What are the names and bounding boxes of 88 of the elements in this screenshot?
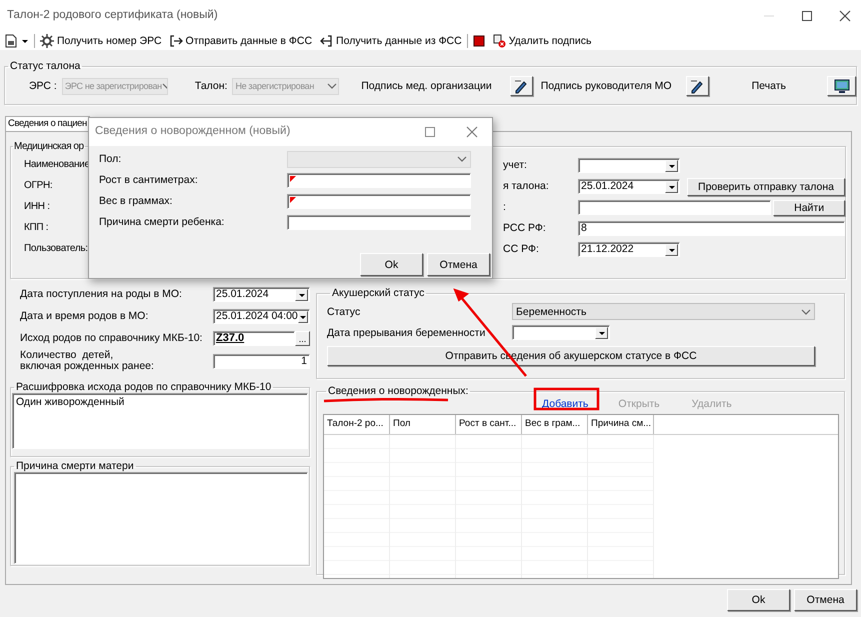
field-label: РСС РФ: [503,222,547,235]
dropdown[interactable]: 25.01.2024 [213,287,310,302]
text-area[interactable]: Один живорожденный [12,393,308,450]
field-label: СС РФ: [503,243,540,256]
dropdown[interactable]: 25.01.2024 04:00 [213,309,310,324]
toolbar-button[interactable]: Отправить данные в ФСС [166,32,316,50]
square-icon [472,35,485,47]
field-label: Исход родов по справочнику МКБ-10: [20,333,202,344]
caret-icon [668,184,676,190]
import-icon [319,34,334,48]
column-header[interactable]: Пол [390,415,456,434]
field-label: Причина смерти ребенка: [99,216,224,228]
text-field[interactable]: 8 [578,221,845,236]
print-button[interactable] [827,76,856,96]
dropdown[interactable]: 25.01.2024 [578,179,680,194]
toolbar-button[interactable]: Удалить подпись [488,32,594,50]
field-label: Пользователь: [24,242,89,256]
field-label: Дата поступления на роды в МО: [20,289,182,300]
caret-icon [298,314,307,320]
sign-button[interactable] [510,76,533,96]
close-icon [839,10,851,22]
field-label: учет: [503,159,528,172]
text-field[interactable]: 1 [213,354,310,368]
link-button[interactable]: Добавить [539,398,592,410]
caret-icon [21,38,29,44]
field-label: Талон: [194,80,228,92]
column-header[interactable]: Причина см... [588,415,654,434]
field-label: я талона: [503,180,550,193]
cancel-button[interactable]: Отмена [427,253,490,276]
field-label: ЭРС : [29,80,57,92]
action-button[interactable]: Проверить отправку талона [687,178,845,196]
group-title: Расшифровка исхода родов по справочнику МКБ-10 [15,381,272,394]
text-field[interactable]: Z37.0 [213,331,295,346]
window-title: Талон-2 родового сертификата (новый) [7,9,218,23]
dropdown[interactable]: 21.12.2022 [578,242,680,257]
pen-icon [513,78,530,94]
caret-icon [598,330,606,336]
tab[interactable]: Сведения о пациен [5,116,90,131]
browse-button[interactable]: ... [295,331,310,346]
field-label: Статус [327,306,362,318]
text-field[interactable] [287,172,471,188]
sign-button[interactable] [686,76,709,96]
monitor-icon [834,78,850,94]
ok-button[interactable]: Ok [360,253,423,276]
field-label: : [503,201,507,214]
field-label: Дата прерывания беременности [327,326,486,339]
caret-icon [298,292,306,298]
caret-icon [668,246,676,252]
dropdown[interactable] [578,158,680,173]
field-label: Вес в граммах: [99,194,172,208]
field-label: ИНН : [24,200,51,214]
dropdown[interactable]: Беременность [512,303,815,320]
group-title: Акушерский статус [331,287,426,300]
caret-icon [668,162,676,168]
gear-icon [40,34,54,48]
cancel-button[interactable]: Отмена [794,589,857,611]
group-title: Сведения о новорожденных: [327,385,470,398]
highlight-frame [534,388,600,410]
close-icon [466,126,478,138]
field-label: Подпись руководителя МО [540,80,672,92]
maximize-icon [801,10,813,22]
column-header[interactable]: Талон-2 ро... [324,415,390,434]
group-title: Причина смерти матери [15,460,135,472]
maximize-icon [424,126,436,138]
field-label: Пол: [99,152,122,166]
toolbar-button[interactable]: Получить номер ЭРС [37,32,165,50]
action-button[interactable]: Найти [773,200,846,216]
field-label: Дата и время родов в МО: [20,311,148,322]
field-label: Подпись мед. организации [361,80,492,92]
text-field[interactable] [287,194,471,208]
ok-button[interactable]: Ok [727,589,790,611]
dialog-title: Сведения о новорожденном (новый) [95,125,290,139]
field-label: Рост в сантиметрах: [99,174,198,186]
toolbar-button[interactable]: Получить данные из ФСС [316,32,465,50]
field-label: КПП : [24,222,50,234]
dropdown[interactable] [512,325,610,340]
export-icon [168,34,183,48]
field-label: Количество детей, включая рожденных ранее: [20,350,154,372]
group-title: Статус талона [9,60,82,72]
text-field[interactable] [287,214,471,230]
group-title: Медицинская ор [13,141,85,152]
field-label: Печать [752,80,786,92]
column-header[interactable]: Рост в сант... [456,415,522,434]
field-label: ОГРН: [24,180,54,192]
field-label: Наименование [24,158,90,172]
column-header[interactable]: Вес в грам... [522,415,588,434]
text-field[interactable] [578,200,772,215]
pen-icon [689,78,706,94]
